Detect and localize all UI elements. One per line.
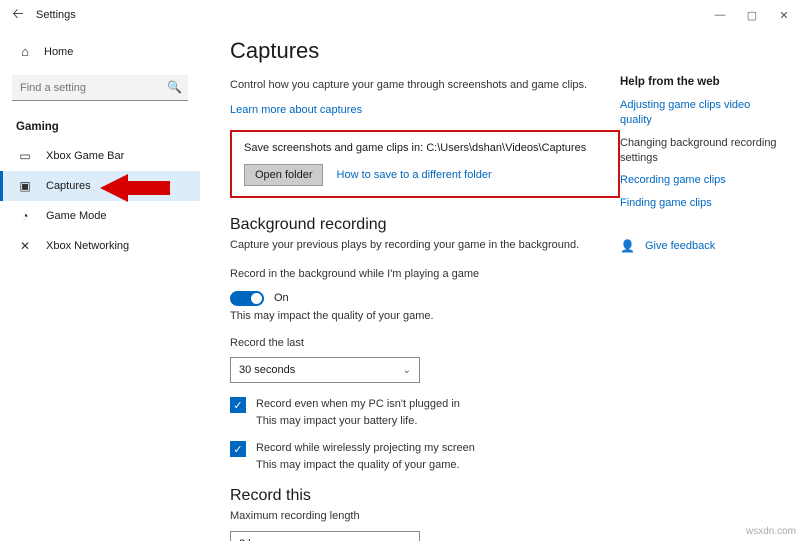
save-path-text: Save screenshots and game clips in: C:\U… [244, 142, 606, 154]
maximize-button[interactable]: ▢ [736, 0, 768, 30]
check-not-plugged[interactable]: ✓ [230, 397, 246, 413]
gamemode-icon: ◔ [16, 209, 34, 223]
check-wireless[interactable]: ✓ [230, 441, 246, 457]
feedback-icon: 👤 [620, 239, 635, 253]
nav-label: Captures [46, 180, 91, 192]
back-button[interactable]: 🡠 [8, 3, 28, 27]
max-length-label: Maximum recording length [230, 509, 620, 524]
sidebar: ⌂ Home 🔍 Gaming ▭ Xbox Game Bar ▣ Captur… [0, 30, 200, 541]
gamebar-icon: ▭ [16, 149, 34, 163]
networking-icon: ✕ [16, 239, 34, 253]
close-button[interactable]: ✕ [768, 0, 800, 30]
background-recording-desc: Capture your previous plays by recording… [230, 238, 620, 253]
aside-heading: Help from the web [620, 76, 780, 88]
search-icon: 🔍 [167, 80, 182, 94]
check-not-plugged-row: ✓ Record even when my PC isn't plugged i… [230, 397, 620, 413]
bg-hint: This may impact the quality of your game… [230, 310, 620, 322]
watermark: wsxdn.com [746, 526, 796, 537]
home-icon: ⌂ [16, 44, 34, 59]
bg-record-toggle[interactable] [230, 291, 264, 306]
content-area: Captures Control how you capture your ga… [200, 30, 800, 541]
record-last-label: Record the last [230, 336, 620, 351]
minimize-button[interactable]: — [704, 0, 736, 30]
annotation-arrow [100, 170, 170, 209]
open-folder-button[interactable]: Open folder [244, 164, 323, 186]
how-to-save-link[interactable]: How to save to a different folder [337, 169, 492, 181]
page-intro: Control how you capture your game throug… [230, 78, 620, 94]
bg-toggle-label: Record in the background while I'm playi… [230, 267, 620, 282]
max-length-value: 2 hours [239, 538, 276, 541]
max-length-select[interactable]: 2 hours ⌄ [230, 531, 420, 541]
help-aside: Help from the web Adjusting game clips v… [620, 38, 780, 531]
record-last-select[interactable]: 30 seconds ⌄ [230, 357, 420, 383]
sidebar-section-title: Gaming [0, 115, 200, 141]
record-this-heading: Record this [230, 487, 620, 505]
search-input[interactable] [12, 75, 188, 101]
background-recording-heading: Background recording [230, 216, 620, 234]
check-not-plugged-label: Record even when my PC isn't plugged in [256, 397, 460, 412]
help-link-recording[interactable]: Recording game clips [620, 173, 780, 188]
nav-label: Xbox Game Bar [46, 150, 124, 162]
feedback-label: Give feedback [645, 240, 715, 252]
nav-xbox-networking[interactable]: ✕ Xbox Networking [0, 231, 200, 261]
check1-hint: This may impact your battery life. [256, 415, 620, 427]
nav-label: Game Mode [46, 210, 107, 222]
check-wireless-label: Record while wirelessly projecting my sc… [256, 441, 475, 456]
help-text-bg: Changing background recording settings [620, 136, 780, 166]
nav-label: Xbox Networking [46, 240, 129, 252]
captures-icon: ▣ [16, 179, 34, 193]
help-link-finding[interactable]: Finding game clips [620, 196, 780, 211]
check-wireless-row: ✓ Record while wirelessly projecting my … [230, 441, 620, 457]
home-label: Home [44, 46, 73, 58]
give-feedback[interactable]: 👤 Give feedback [620, 239, 780, 253]
check2-hint: This may impact the quality of your game… [256, 459, 620, 471]
main-column: Captures Control how you capture your ga… [230, 38, 620, 531]
search-container: 🔍 [12, 75, 188, 101]
record-last-value: 30 seconds [239, 364, 295, 376]
window-controls: — ▢ ✕ [704, 0, 800, 30]
page-title: Captures [230, 38, 620, 64]
nav-xbox-game-bar[interactable]: ▭ Xbox Game Bar [0, 141, 200, 171]
titlebar: 🡠 Settings — ▢ ✕ [0, 0, 800, 30]
save-location-box: Save screenshots and game clips in: C:\U… [230, 130, 620, 198]
chevron-down-icon: ⌄ [403, 365, 411, 376]
home-nav[interactable]: ⌂ Home [0, 38, 200, 65]
toggle-state: On [274, 292, 289, 304]
help-link-quality[interactable]: Adjusting game clips video quality [620, 98, 780, 128]
learn-more-link[interactable]: Learn more about captures [230, 104, 362, 116]
window-title: Settings [36, 9, 76, 21]
